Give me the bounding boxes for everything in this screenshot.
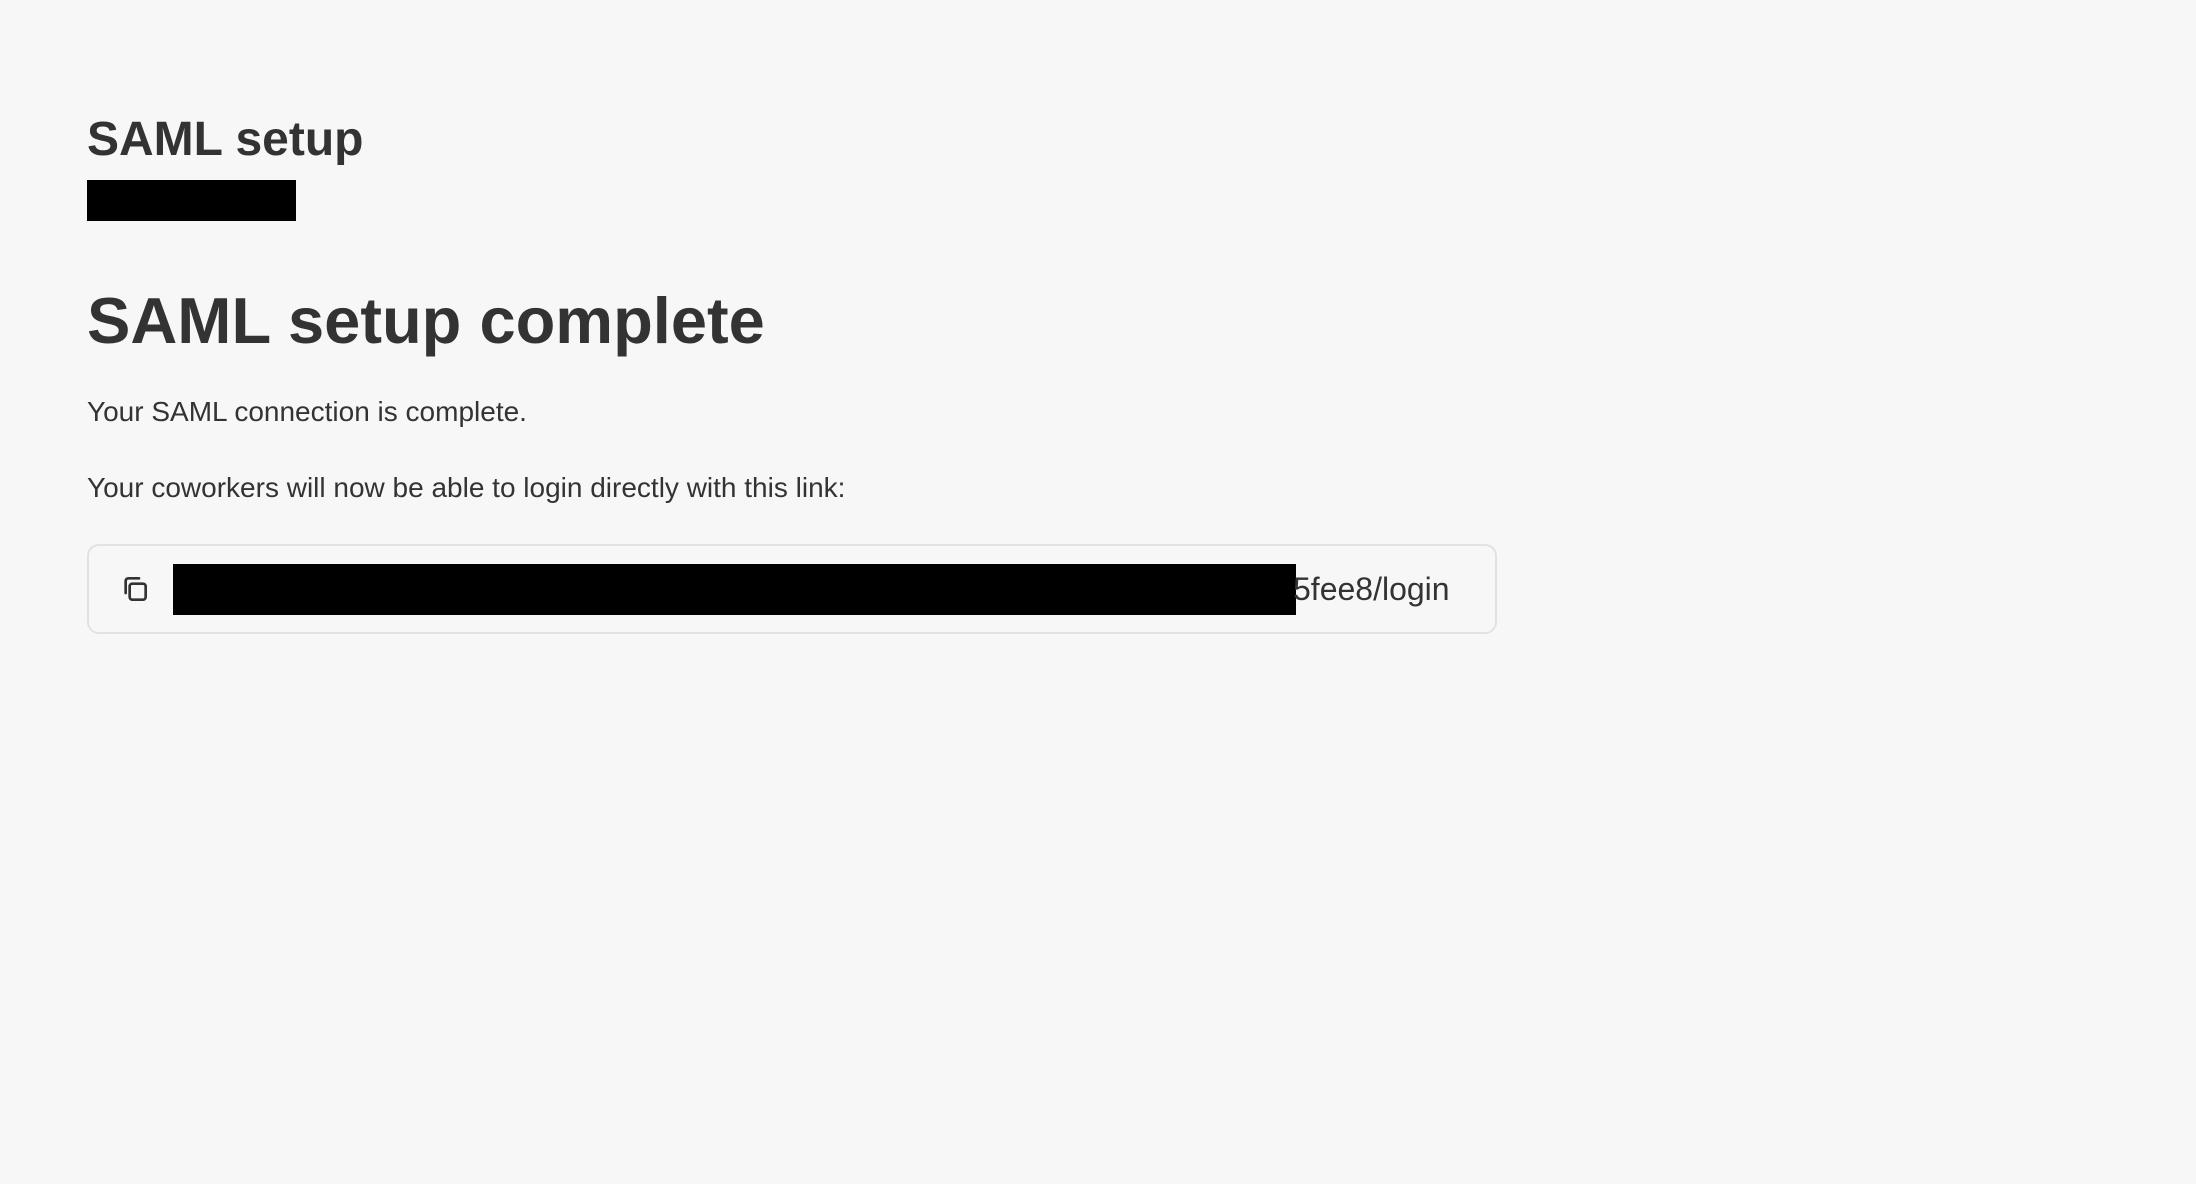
redacted-subtitle (87, 180, 296, 221)
page-title: SAML setup (87, 113, 364, 166)
login-link-suffix: 5fee8/login (1293, 571, 1450, 607)
redacted-link-prefix (173, 563, 1296, 615)
copy-link-button[interactable] (117, 571, 153, 607)
login-link-box[interactable]: 5fee8/login (87, 544, 1497, 634)
saml-setup-page: SAML setup SAML setup complete Your SAML… (87, 108, 1497, 634)
login-link-description: Your coworkers will now be able to login… (87, 472, 846, 503)
copy-icon (124, 577, 147, 601)
completion-message: Your SAML connection is complete. (87, 396, 527, 427)
login-link[interactable]: 5fee8/login (173, 546, 1495, 632)
completion-heading: SAML setup complete (87, 284, 765, 357)
